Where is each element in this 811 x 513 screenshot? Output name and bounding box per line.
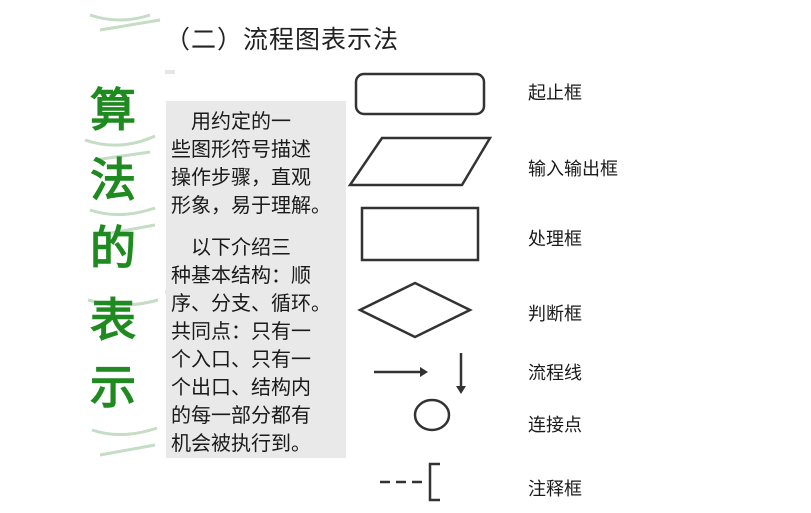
connector-circle-icon [413, 398, 451, 432]
description-line: 个入口、只有一 [171, 347, 311, 371]
side-title-char: 算 [90, 83, 136, 137]
description-line: 用约定的一 [171, 109, 291, 133]
symbol-label-connector: 连接点 [528, 415, 582, 436]
description-line: 共同点：只有一 [171, 319, 311, 343]
side-title-char: 示 [90, 360, 136, 414]
description-line: 的每一部分都有 [171, 403, 311, 427]
process-rectangle-icon [360, 206, 480, 262]
symbol-label-io: 输入输出框 [528, 159, 618, 180]
description-line: 些图形符号描述 [171, 137, 311, 161]
page-title: （二）流程图表示法 [165, 25, 400, 54]
io-parallelogram-icon [347, 136, 493, 187]
description-line: 操作步骤，直观 [171, 165, 311, 189]
side-title-char: 表 [90, 293, 136, 347]
description-line: 以下介绍三 [171, 235, 291, 259]
description-line: 机会被执行到。 [171, 431, 311, 455]
flowchart-symbols [347, 72, 493, 502]
side-title-char: 法 [90, 153, 136, 207]
terminal-rounded-rectangle-icon [354, 72, 486, 116]
symbol-label-decision: 判断框 [528, 304, 582, 325]
description-line: 形象，易于理解。 [171, 193, 331, 217]
flow-arrows-icon [374, 353, 466, 394]
annotation-bracket-icon [380, 462, 440, 502]
description-paragraph-2: 以下介绍三 种基本结构：顺 序、分支、循环。 共同点：只有一 个入口、只有一 个… [171, 233, 347, 457]
description-line: 种基本结构：顺 [171, 263, 311, 287]
description-line: 个出口、结构内 [171, 375, 311, 399]
description-line: 序、分支、循环。 [171, 291, 331, 315]
symbol-label-terminal: 起止框 [528, 83, 582, 104]
decision-diamond-icon [357, 281, 473, 339]
symbol-label-process: 处理框 [528, 229, 582, 250]
symbol-label-annotation: 注释框 [528, 479, 582, 500]
side-title-char: 的 [90, 221, 136, 275]
description-paragraph-1: 用约定的一 些图形符号描述 操作步骤，直观 形象，易于理解。 [171, 107, 347, 219]
symbol-label-flowline: 流程线 [528, 363, 582, 384]
